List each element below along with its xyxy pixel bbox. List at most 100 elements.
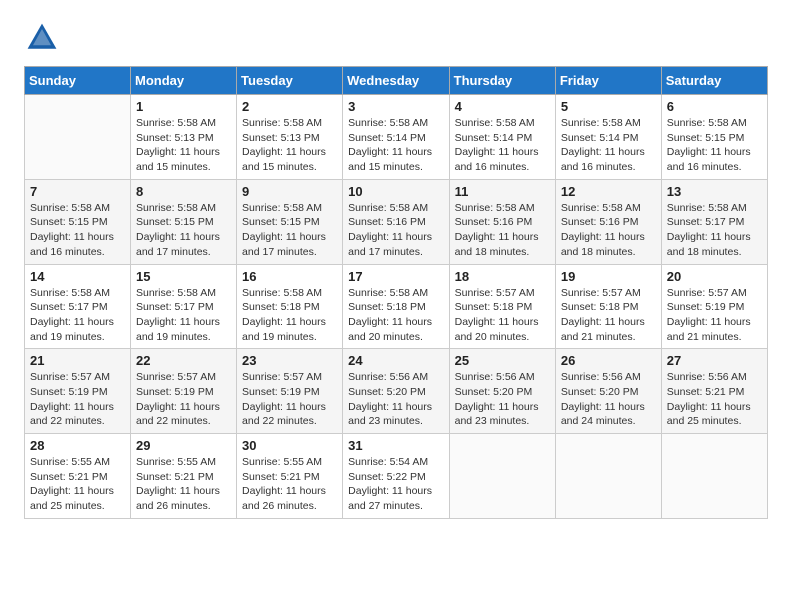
col-header-friday: Friday bbox=[555, 67, 661, 95]
col-header-sunday: Sunday bbox=[25, 67, 131, 95]
day-info: Sunrise: 5:56 AM Sunset: 5:20 PM Dayligh… bbox=[561, 370, 656, 429]
day-number: 3 bbox=[348, 99, 443, 114]
calendar-cell: 6 Sunrise: 5:58 AM Sunset: 5:15 PM Daylig… bbox=[661, 95, 767, 180]
day-number: 22 bbox=[136, 353, 231, 368]
calendar-cell: 13 Sunrise: 5:58 AM Sunset: 5:17 PM Dayli… bbox=[661, 179, 767, 264]
day-info: Sunrise: 5:58 AM Sunset: 5:15 PM Dayligh… bbox=[136, 201, 231, 260]
col-header-wednesday: Wednesday bbox=[343, 67, 449, 95]
calendar-week-row: 21Sunrise: 5:57 AM Sunset: 5:19 PM Dayli… bbox=[25, 349, 768, 434]
col-header-saturday: Saturday bbox=[661, 67, 767, 95]
day-number: 29 bbox=[136, 438, 231, 453]
calendar-cell: 19 Sunrise: 5:57 AM Sunset: 5:18 PM Dayli… bbox=[555, 264, 661, 349]
calendar-cell: 11 Sunrise: 5:58 AM Sunset: 5:16 PM Dayli… bbox=[449, 179, 555, 264]
day-info: Sunrise: 5:58 AM Sunset: 5:15 PM Dayligh… bbox=[667, 116, 762, 175]
day-number: 16 bbox=[242, 269, 337, 284]
calendar-cell: 7 Sunrise: 5:58 AM Sunset: 5:15 PM Daylig… bbox=[25, 179, 131, 264]
day-number: 17 bbox=[348, 269, 443, 284]
day-number: 18 bbox=[455, 269, 550, 284]
day-info: Sunrise: 5:58 AM Sunset: 5:17 PM Dayligh… bbox=[667, 201, 762, 260]
day-number: 15 bbox=[136, 269, 231, 284]
day-info: Sunrise: 5:58 AM Sunset: 5:18 PM Dayligh… bbox=[242, 286, 337, 345]
day-number: 14 bbox=[30, 269, 125, 284]
day-info: Sunrise: 5:57 AM Sunset: 5:18 PM Dayligh… bbox=[455, 286, 550, 345]
day-number: 1 bbox=[136, 99, 231, 114]
calendar-cell: 21Sunrise: 5:57 AM Sunset: 5:19 PM Dayli… bbox=[25, 349, 131, 434]
logo bbox=[24, 20, 64, 56]
calendar-cell bbox=[449, 434, 555, 519]
day-number: 31 bbox=[348, 438, 443, 453]
calendar-cell: 4 Sunrise: 5:58 AM Sunset: 5:14 PM Daylig… bbox=[449, 95, 555, 180]
day-number: 13 bbox=[667, 184, 762, 199]
calendar-table: SundayMondayTuesdayWednesdayThursdayFrid… bbox=[24, 66, 768, 519]
day-info: Sunrise: 5:58 AM Sunset: 5:16 PM Dayligh… bbox=[348, 201, 443, 260]
col-header-tuesday: Tuesday bbox=[237, 67, 343, 95]
calendar-cell: 9Sunrise: 5:58 AM Sunset: 5:15 PM Daylig… bbox=[237, 179, 343, 264]
calendar-cell: 28 Sunrise: 5:55 AM Sunset: 5:21 PM Dayli… bbox=[25, 434, 131, 519]
day-info: Sunrise: 5:56 AM Sunset: 5:21 PM Dayligh… bbox=[667, 370, 762, 429]
day-number: 30 bbox=[242, 438, 337, 453]
day-info: Sunrise: 5:54 AM Sunset: 5:22 PM Dayligh… bbox=[348, 455, 443, 514]
day-info: Sunrise: 5:58 AM Sunset: 5:14 PM Dayligh… bbox=[348, 116, 443, 175]
day-number: 19 bbox=[561, 269, 656, 284]
col-header-thursday: Thursday bbox=[449, 67, 555, 95]
day-number: 10 bbox=[348, 184, 443, 199]
calendar-cell bbox=[555, 434, 661, 519]
day-number: 7 bbox=[30, 184, 125, 199]
calendar-cell: 20Sunrise: 5:57 AM Sunset: 5:19 PM Dayli… bbox=[661, 264, 767, 349]
calendar-cell: 22Sunrise: 5:57 AM Sunset: 5:19 PM Dayli… bbox=[131, 349, 237, 434]
day-number: 23 bbox=[242, 353, 337, 368]
logo-icon bbox=[24, 20, 60, 56]
day-info: Sunrise: 5:57 AM Sunset: 5:19 PM Dayligh… bbox=[242, 370, 337, 429]
calendar-cell: 17 Sunrise: 5:58 AM Sunset: 5:18 PM Dayli… bbox=[343, 264, 449, 349]
calendar-cell: 2Sunrise: 5:58 AM Sunset: 5:13 PM Daylig… bbox=[237, 95, 343, 180]
calendar-week-row: 28 Sunrise: 5:55 AM Sunset: 5:21 PM Dayli… bbox=[25, 434, 768, 519]
calendar-cell: 5 Sunrise: 5:58 AM Sunset: 5:14 PM Daylig… bbox=[555, 95, 661, 180]
calendar-cell: 24Sunrise: 5:56 AM Sunset: 5:20 PM Dayli… bbox=[343, 349, 449, 434]
calendar-cell: 29Sunrise: 5:55 AM Sunset: 5:21 PM Dayli… bbox=[131, 434, 237, 519]
calendar-cell: 31 Sunrise: 5:54 AM Sunset: 5:22 PM Dayli… bbox=[343, 434, 449, 519]
day-number: 11 bbox=[455, 184, 550, 199]
day-number: 26 bbox=[561, 353, 656, 368]
day-info: Sunrise: 5:58 AM Sunset: 5:15 PM Dayligh… bbox=[242, 201, 337, 260]
day-info: Sunrise: 5:58 AM Sunset: 5:14 PM Dayligh… bbox=[561, 116, 656, 175]
day-info: Sunrise: 5:58 AM Sunset: 5:13 PM Dayligh… bbox=[136, 116, 231, 175]
day-number: 5 bbox=[561, 99, 656, 114]
calendar-cell: 3 Sunrise: 5:58 AM Sunset: 5:14 PM Daylig… bbox=[343, 95, 449, 180]
calendar-cell bbox=[661, 434, 767, 519]
day-number: 27 bbox=[667, 353, 762, 368]
day-number: 12 bbox=[561, 184, 656, 199]
calendar-cell: 26 Sunrise: 5:56 AM Sunset: 5:20 PM Dayli… bbox=[555, 349, 661, 434]
calendar-cell: 23 Sunrise: 5:57 AM Sunset: 5:19 PM Dayli… bbox=[237, 349, 343, 434]
day-info: Sunrise: 5:57 AM Sunset: 5:19 PM Dayligh… bbox=[667, 286, 762, 345]
calendar-cell: 15 Sunrise: 5:58 AM Sunset: 5:17 PM Dayli… bbox=[131, 264, 237, 349]
col-header-monday: Monday bbox=[131, 67, 237, 95]
day-info: Sunrise: 5:58 AM Sunset: 5:16 PM Dayligh… bbox=[455, 201, 550, 260]
day-info: Sunrise: 5:55 AM Sunset: 5:21 PM Dayligh… bbox=[242, 455, 337, 514]
calendar-cell: 12 Sunrise: 5:58 AM Sunset: 5:16 PM Dayli… bbox=[555, 179, 661, 264]
day-info: Sunrise: 5:58 AM Sunset: 5:14 PM Dayligh… bbox=[455, 116, 550, 175]
calendar-cell bbox=[25, 95, 131, 180]
day-info: Sunrise: 5:57 AM Sunset: 5:18 PM Dayligh… bbox=[561, 286, 656, 345]
day-number: 6 bbox=[667, 99, 762, 114]
calendar-cell: 16 Sunrise: 5:58 AM Sunset: 5:18 PM Dayli… bbox=[237, 264, 343, 349]
calendar-cell: 14 Sunrise: 5:58 AM Sunset: 5:17 PM Dayli… bbox=[25, 264, 131, 349]
day-number: 25 bbox=[455, 353, 550, 368]
day-info: Sunrise: 5:58 AM Sunset: 5:17 PM Dayligh… bbox=[136, 286, 231, 345]
day-info: Sunrise: 5:55 AM Sunset: 5:21 PM Dayligh… bbox=[30, 455, 125, 514]
calendar-cell: 25 Sunrise: 5:56 AM Sunset: 5:20 PM Dayli… bbox=[449, 349, 555, 434]
calendar-week-row: 7 Sunrise: 5:58 AM Sunset: 5:15 PM Daylig… bbox=[25, 179, 768, 264]
calendar-cell: 30 Sunrise: 5:55 AM Sunset: 5:21 PM Dayli… bbox=[237, 434, 343, 519]
day-info: Sunrise: 5:58 AM Sunset: 5:17 PM Dayligh… bbox=[30, 286, 125, 345]
day-info: Sunrise: 5:58 AM Sunset: 5:18 PM Dayligh… bbox=[348, 286, 443, 345]
calendar-cell: 10 Sunrise: 5:58 AM Sunset: 5:16 PM Dayli… bbox=[343, 179, 449, 264]
day-number: 28 bbox=[30, 438, 125, 453]
calendar-cell: 27 Sunrise: 5:56 AM Sunset: 5:21 PM Dayli… bbox=[661, 349, 767, 434]
day-info: Sunrise: 5:56 AM Sunset: 5:20 PM Dayligh… bbox=[455, 370, 550, 429]
calendar-cell: 1 Sunrise: 5:58 AM Sunset: 5:13 PM Daylig… bbox=[131, 95, 237, 180]
day-info: Sunrise: 5:56 AM Sunset: 5:20 PM Dayligh… bbox=[348, 370, 443, 429]
day-number: 8 bbox=[136, 184, 231, 199]
day-number: 4 bbox=[455, 99, 550, 114]
calendar-cell: 18 Sunrise: 5:57 AM Sunset: 5:18 PM Dayli… bbox=[449, 264, 555, 349]
day-info: Sunrise: 5:58 AM Sunset: 5:16 PM Dayligh… bbox=[561, 201, 656, 260]
day-info: Sunrise: 5:58 AM Sunset: 5:15 PM Dayligh… bbox=[30, 201, 125, 260]
